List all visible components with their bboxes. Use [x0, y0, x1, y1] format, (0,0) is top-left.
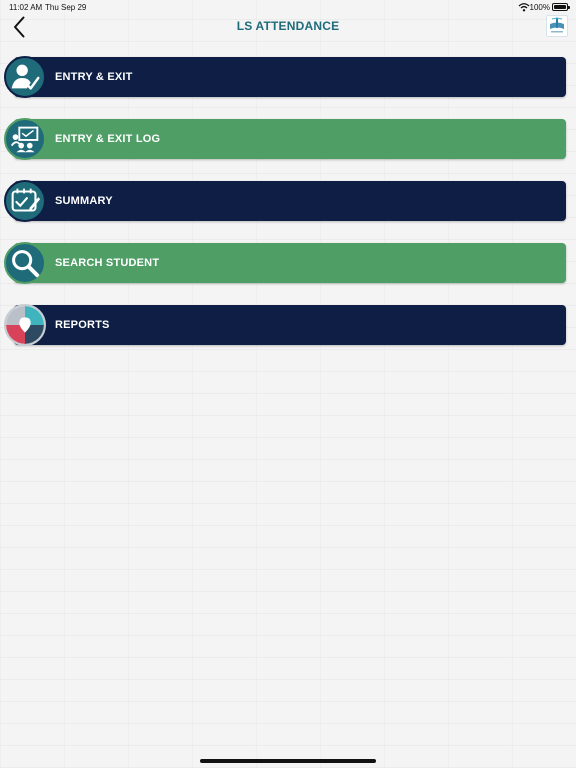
menu-item-search-student[interactable]: SEARCH STUDENT	[4, 242, 566, 284]
page-title: LS ATTENDANCE	[236, 19, 340, 33]
menu-item-reports[interactable]: REPORTS	[4, 304, 566, 346]
battery-percentage: 100%	[529, 3, 550, 12]
menu-item-label: ENTRY & EXIT	[55, 71, 133, 83]
menu-item-entry-exit-log[interactable]: ENTRY & EXIT LOG	[4, 118, 566, 160]
status-time: 11:02 AM	[9, 3, 43, 12]
menu-item-entry-exit[interactable]: ENTRY & EXIT	[4, 56, 566, 98]
battery-icon	[552, 3, 570, 11]
menu-item-label: REPORTS	[55, 319, 110, 331]
wifi-icon	[518, 3, 530, 12]
school-logo-icon	[546, 15, 568, 37]
menu-item-label: ENTRY & EXIT LOG	[55, 133, 161, 145]
menu-item-label: SUMMARY	[55, 195, 113, 207]
pie-chart-icon	[4, 304, 46, 346]
home-indicator[interactable]	[200, 759, 376, 763]
magnifier-icon	[4, 242, 46, 284]
person-check-icon	[4, 56, 46, 98]
menu-item-label: SEARCH STUDENT	[55, 257, 160, 269]
status-date: Thu Sep 29	[45, 3, 87, 12]
menu-item-summary[interactable]: SUMMARY	[4, 180, 566, 222]
classroom-log-icon	[4, 118, 46, 160]
status-bar: 11:02 AM Thu Sep 29 100%	[0, 0, 576, 14]
calendar-check-icon	[4, 180, 46, 222]
